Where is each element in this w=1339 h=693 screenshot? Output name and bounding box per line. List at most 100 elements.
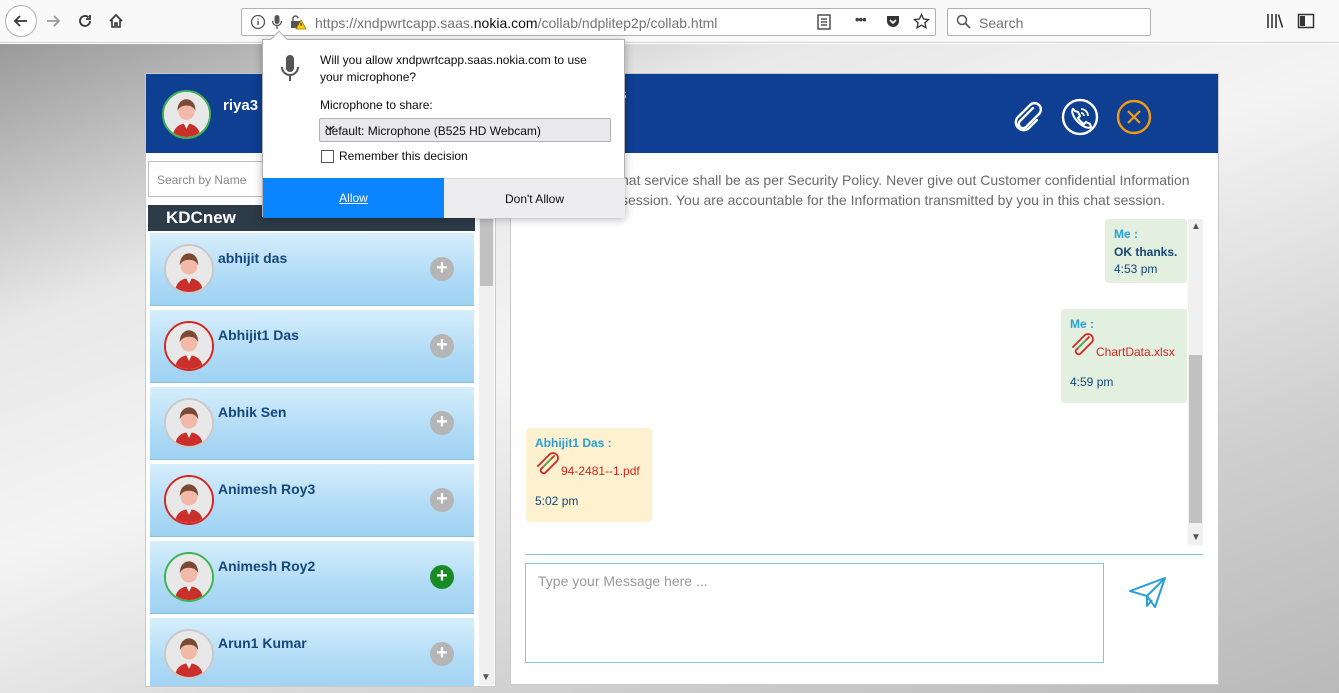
add-contact-button[interactable]: + [430,642,454,666]
library-icon[interactable] [1266,12,1284,30]
send-button[interactable] [1128,574,1170,614]
reload-icon [79,15,91,27]
message-bubble: Abhijit1 Das : 94-2481--1.pdf 5:02 pm [526,428,652,522]
insecure-lock-icon[interactable] [289,14,307,30]
bookmark-star-icon[interactable] [913,13,930,30]
contact-name: abhijit das [218,250,288,266]
microphone-share-label: Microphone to share: [320,98,433,112]
contact-item[interactable]: Animesh Roy3 + [150,464,474,537]
contact-search-input[interactable]: Search by Name [148,161,266,197]
remember-decision-checkbox[interactable] [321,150,334,163]
contact-name: Arun1 Kumar [218,635,307,651]
contact-avatar [164,244,214,294]
url-bar[interactable]: https://xndpwrtcapp.saas.nokia.com/colla… [241,8,936,36]
message-bubble: Me : OK thanks. 4:53 pm [1105,219,1187,283]
home-button[interactable] [101,6,131,36]
url-text: https://xndpwrtcapp.saas.nokia.com/colla… [315,15,717,31]
url-prefix: https://xndpwrtcapp.saas. [315,15,474,31]
person-icon [166,477,212,523]
search-icon [956,14,971,29]
person-icon [166,246,212,292]
contact-item[interactable]: Animesh Roy2 + [150,541,474,614]
composer-divider [525,554,1203,555]
call-button[interactable] [1061,98,1099,136]
message-sender: Me : [1070,317,1094,331]
browser-search-placeholder: Search [979,15,1024,31]
message-time: 4:53 pm [1114,262,1158,276]
add-contact-button[interactable]: + [430,334,454,358]
contact-avatar [164,552,214,602]
scrollbar-thumb[interactable] [1189,355,1202,523]
add-contact-button[interactable]: + [430,565,454,589]
close-chat-button[interactable] [1115,98,1153,136]
add-contact-button[interactable]: + [430,411,454,435]
contact-item[interactable]: abhijit das + [150,233,474,306]
group-name: KDCnew [166,208,236,227]
contact-name: Animesh Roy2 [218,558,316,574]
remember-decision-label: Remember this decision [339,149,468,163]
contact-avatar [164,398,214,448]
scroll-up-icon[interactable]: ▲ [1191,221,1201,232]
contact-name: Abhijit1 Das [218,327,299,343]
file-attachment[interactable]: 94-2481--1.pdf [535,452,643,478]
scroll-down-icon[interactable]: ▼ [1191,532,1201,543]
person-icon [166,554,212,600]
microphone-select[interactable]: default: Microphone (B525 HD Webcam) [319,118,611,142]
file-attachment[interactable]: ChartData.xlsx [1070,333,1178,359]
pocket-icon[interactable] [885,14,901,30]
phone-icon [1061,98,1099,136]
message-time: 5:02 pm [535,494,579,508]
message-sender: Me : [1114,227,1138,241]
scroll-down-icon[interactable]: ▼ [481,672,491,683]
browser-toolbar: https://xndpwrtcapp.saas.nokia.com/colla… [0,0,1339,43]
contact-search-placeholder: Search by Name [157,173,247,187]
forward-button[interactable] [38,6,68,36]
message-input-placeholder: Type your Message here ... [538,573,708,589]
url-domain: nokia.com [473,15,538,31]
person-icon [166,400,212,446]
person-icon [166,323,212,369]
contact-avatar [164,321,214,371]
microphone-permission-icon[interactable] [271,14,283,30]
reload-button[interactable] [70,6,100,36]
attach-button[interactable] [1007,98,1045,136]
back-button[interactable] [5,5,37,37]
chevron-down-icon [325,123,604,136]
file-name[interactable]: 94-2481--1.pdf [561,464,640,478]
policy-line-1: hat service shall be as per Security Pol… [621,172,1190,188]
microphone-icon [279,54,301,87]
scrollbar-thumb[interactable] [480,219,493,286]
browser-search-input[interactable]: Search [947,8,1151,36]
contact-item[interactable]: Abhijit1 Das + [150,310,474,383]
person-icon [166,631,212,677]
contact-item[interactable]: Arun1 Kumar + [150,618,474,686]
sidebar-toggle-icon[interactable] [1297,12,1315,30]
permission-question: Will you allow xndpwrtcapp.saas.nokia.co… [320,53,587,84]
contacts-scrollbar[interactable]: ▼ [479,219,494,685]
forward-arrow-icon [47,15,61,27]
info-icon[interactable] [250,14,266,30]
contact-name: Animesh Roy3 [218,481,316,497]
paperclip-icon [1014,102,1042,132]
contact-avatar [164,629,214,679]
message-input[interactable]: Type your Message here ... [525,563,1104,663]
dont-allow-button[interactable]: Don't Allow [444,178,625,218]
message-bubble: Me : ChartData.xlsx 4:59 pm [1061,309,1187,403]
allow-button[interactable]: Allow [263,178,444,218]
contact-name: Abhik Sen [218,404,287,420]
reader-view-icon[interactable] [817,14,831,30]
home-icon [109,13,123,28]
add-contact-button[interactable]: + [430,257,454,281]
message-list: Me : OK thanks. 4:53 pm Me : ChartData.x… [525,219,1205,544]
user-avatar[interactable] [162,90,211,139]
attachment-clip-icon [1072,333,1094,356]
url-suffix: /collab/ndplitep2p/collab.html [537,15,718,31]
add-contact-button[interactable]: + [430,488,454,512]
contact-avatar [164,475,214,525]
page-actions-icon[interactable]: ••• [855,12,867,27]
contact-item[interactable]: Abhik Sen + [150,387,474,460]
file-name[interactable]: ChartData.xlsx [1096,345,1175,359]
chat-scrollbar[interactable]: ▲ ▼ [1188,219,1203,545]
back-arrow-icon [13,15,27,27]
microphone-permission-popup: Will you allow xndpwrtcapp.saas.nokia.co… [262,30,625,218]
